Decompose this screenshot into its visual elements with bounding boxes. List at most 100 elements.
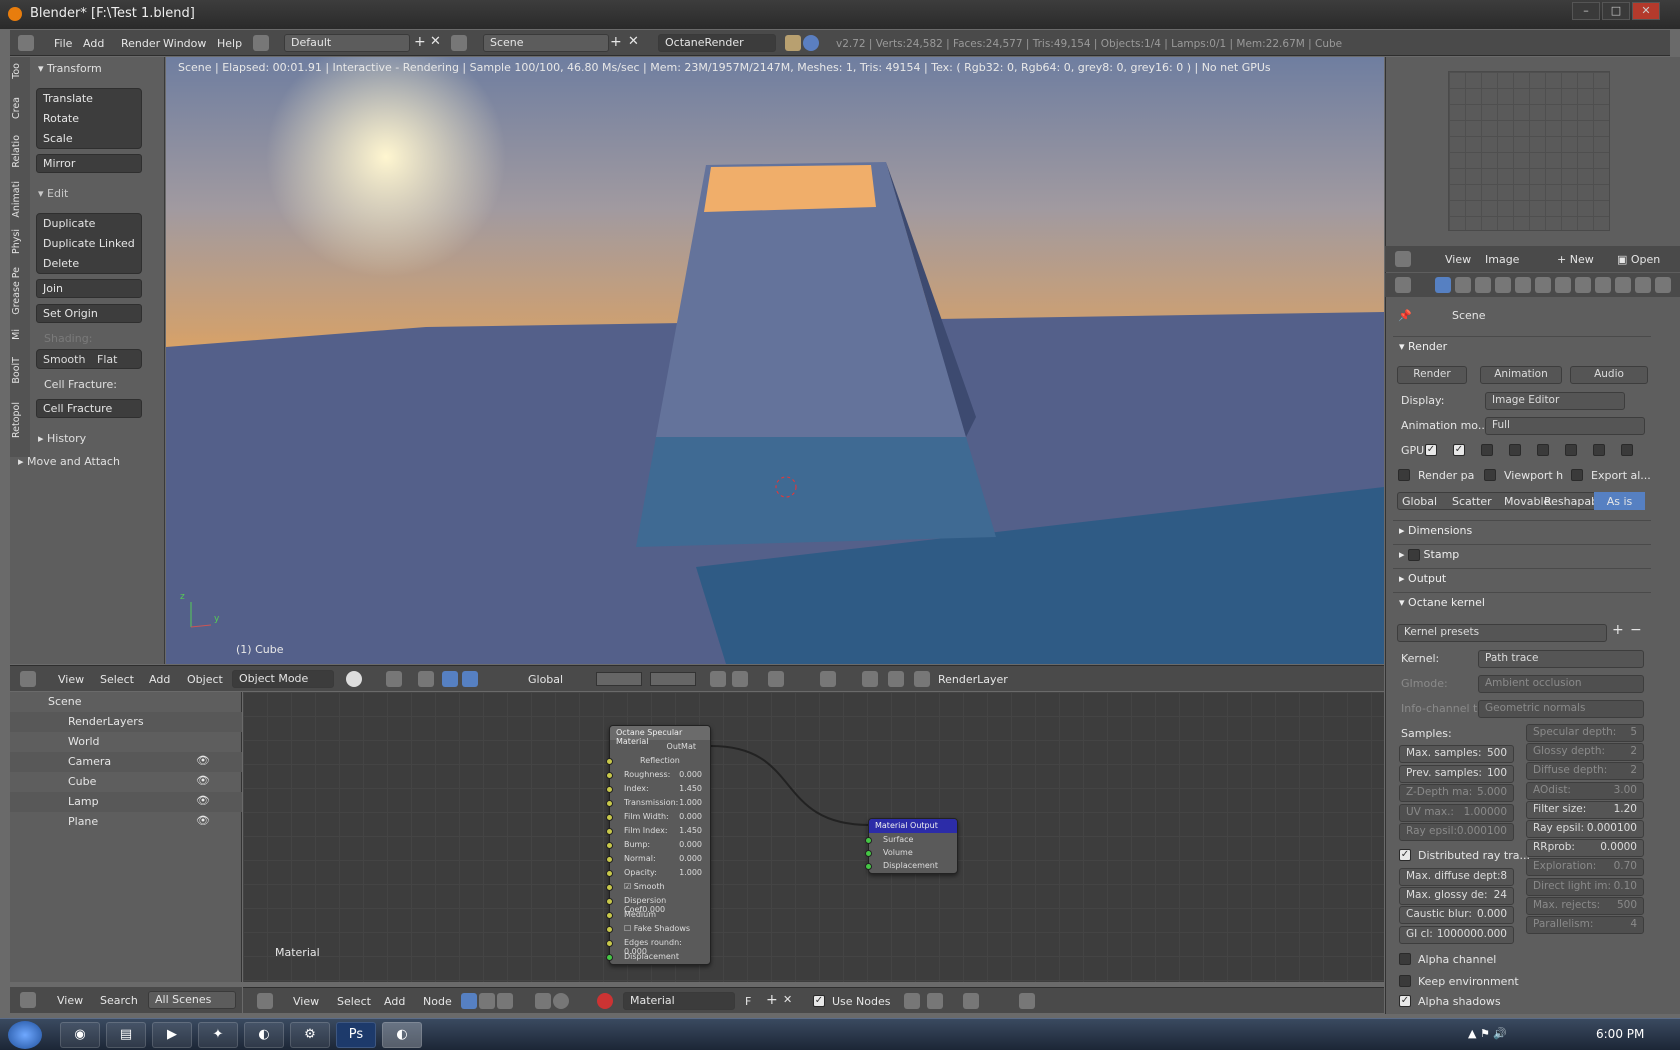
add-scene-button[interactable]: + [610,34,622,50]
menu-help[interactable]: Help [217,37,242,50]
tab-boolt[interactable]: BoolT [11,357,22,384]
layer-buttons-2[interactable] [650,672,696,686]
info-editor-icon[interactable] [18,35,34,51]
tray-icons[interactable]: ▲ ⚑ 🔊 [1468,1027,1507,1040]
kernel-field[interactable]: Specular depth: 5 [1526,724,1644,742]
particles-tab-icon[interactable] [1635,277,1651,293]
media-taskbar-icon[interactable]: ▶ [152,1022,192,1048]
editor-type-icon[interactable] [20,671,36,687]
outliner-editor-icon[interactable] [20,992,36,1008]
image-menu[interactable]: Image [1485,253,1519,266]
set-origin-button[interactable]: Set Origin [36,304,142,323]
outliner-row-renderlayers[interactable]: RenderLayers [10,712,242,732]
socket-icon[interactable] [606,856,613,863]
tab-scatter[interactable]: Scatter [1452,495,1492,508]
start-button[interactable] [8,1021,42,1049]
open-image-button[interactable]: ▣ Open [1617,253,1660,266]
compositing-nodes-icon[interactable] [479,993,495,1009]
stamp-section-header[interactable]: ▸ Stamp [1393,544,1651,566]
socket-icon[interactable] [865,863,872,870]
fake-shadows-row[interactable]: ☐ Fake Shadows [606,922,710,936]
tab-relations[interactable]: Relatio [11,135,22,168]
kernel-field[interactable]: Z-Depth ma: 5.000 [1399,784,1514,802]
socket-icon[interactable] [606,758,613,765]
render-button[interactable]: Render [1397,366,1467,384]
socket-icon[interactable] [606,814,613,821]
stamp-checkbox[interactable] [1408,549,1421,561]
kernel-field[interactable]: GI cl: 1000000.000 [1399,925,1514,944]
tab-global[interactable]: Global [1402,495,1437,508]
new-material-button[interactable]: + [766,992,778,1008]
render-layers-tab-icon[interactable] [1455,277,1471,293]
refresh-render-icon[interactable] [888,671,904,687]
properties-editor-icon[interactable] [1395,277,1411,293]
remove-layout-button[interactable]: ✕ [430,34,441,49]
tab-grease-pencil[interactable]: Grease Pe [11,267,22,315]
remove-preset-button[interactable]: − [1630,622,1642,638]
add-menu[interactable]: Add [149,673,170,686]
object-menu[interactable]: Object [187,673,223,686]
use-nodes-checkbox[interactable]: ✓ [813,995,825,1007]
octane-kernel-section-header[interactable]: ▾ Octane kernel [1393,592,1651,614]
socket-icon[interactable] [606,786,613,793]
kernel-presets-select[interactable]: Kernel presets [1397,624,1607,642]
physics-tab-icon[interactable] [1655,277,1671,293]
select-menu[interactable]: Select [100,673,134,686]
visibility-eye-icon[interactable]: 👁 [196,814,210,827]
audio-button[interactable]: Audio [1570,366,1648,384]
layout-field[interactable]: Default [284,34,410,52]
socket-icon[interactable] [606,884,613,891]
socket-icon[interactable] [606,828,613,835]
specular-field-row[interactable]: Film Width: 0.000 [606,810,710,824]
viewport-h-checkbox[interactable] [1484,469,1496,481]
kernel-field[interactable]: AOdist: 3.00 [1526,781,1644,800]
outliner-row-scene[interactable]: Scene [10,692,242,712]
socket-icon[interactable] [606,940,613,947]
add-preset-button[interactable]: + [1612,622,1624,638]
kernel-field[interactable]: Ray epsil: 0.000100 [1399,823,1514,841]
pause-render-icon[interactable] [862,671,878,687]
kernel-field[interactable]: Exploration: 0.70 [1526,858,1644,877]
node-select-menu[interactable]: Select [337,995,371,1008]
socket-icon[interactable] [865,837,872,844]
gpu-checkbox-7[interactable] [1593,444,1605,456]
specular-field-row[interactable]: Roughness: 0.000 [606,768,710,782]
tab-mi[interactable]: Mi [11,329,22,340]
tab-animation[interactable]: Animati [11,181,22,218]
distributed-ray-checkbox[interactable]: ✓ [1399,849,1411,861]
socket-icon[interactable] [606,842,613,849]
gpu-checkbox-6[interactable] [1565,444,1577,456]
pin-icon[interactable]: 📌 [1398,309,1412,322]
pin-icon[interactable] [904,993,920,1009]
kernel-field[interactable]: Max. rejects: 500 [1526,896,1644,915]
proportional-edit-icon[interactable] [732,671,748,687]
pivot-icon[interactable] [386,671,402,687]
output-section-header[interactable]: ▸ Output [1393,568,1651,590]
octane-specular-node[interactable]: Octane Specular Material OutMat Reflecti… [606,725,711,965]
mirror-button[interactable]: Mirror [36,154,142,173]
add-layout-button[interactable]: + [414,34,426,50]
smooth-button[interactable]: Smooth [43,353,85,366]
node-view-menu[interactable]: View [293,995,319,1008]
outliner-row-world[interactable]: World [10,732,242,752]
chrome-taskbar-icon[interactable]: ◉ [60,1022,100,1048]
visibility-eye-icon[interactable]: 👁 [196,774,210,787]
animation-button[interactable]: Animation [1480,366,1562,384]
object-tab-icon[interactable] [1515,277,1531,293]
menu-add[interactable]: Add [83,37,104,50]
globe-icon[interactable] [803,35,819,51]
gpu-checkbox-3[interactable] [1481,444,1493,456]
render-engine-select[interactable]: OctaneRender [658,34,776,52]
node-menu[interactable]: Node [423,995,452,1008]
outliner-row-camera[interactable]: Camera 👁 [10,752,242,772]
kernel-field[interactable]: Caustic blur: 0.000 [1399,906,1514,925]
viewport-shading-icon[interactable] [346,671,362,687]
outliner-view-menu[interactable]: View [57,994,83,1007]
menu-render[interactable]: Render [121,37,160,50]
texture-tab-icon[interactable] [1615,277,1631,293]
menu-window[interactable]: Window [163,37,206,50]
image-view-menu[interactable]: View [1445,253,1471,266]
lock-layers-icon[interactable] [710,671,726,687]
visibility-eye-icon[interactable]: 👁 [196,754,210,767]
edit-panel-header[interactable]: ▾ Edit [38,187,68,200]
